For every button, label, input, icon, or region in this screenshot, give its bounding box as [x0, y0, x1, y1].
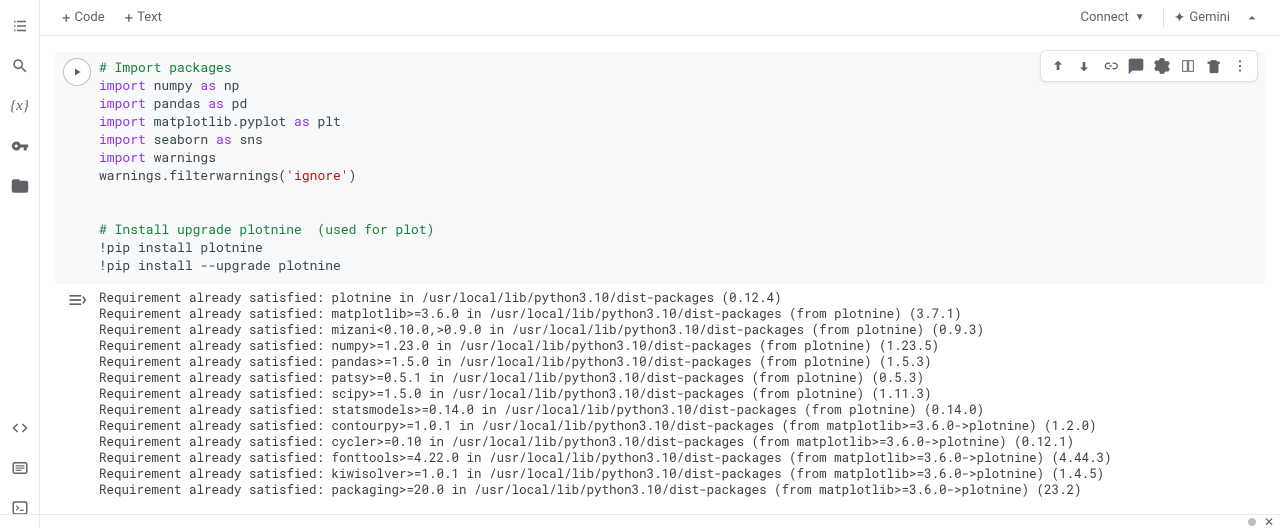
command-palette-icon[interactable]: [8, 456, 32, 480]
mirror-icon[interactable]: [1177, 55, 1199, 77]
close-icon[interactable]: ✕: [1264, 515, 1274, 529]
link-icon[interactable]: [1099, 55, 1121, 77]
output-row: Requirement already satisfied: plotnine …: [55, 288, 1266, 498]
collapse-header-button[interactable]: [1240, 6, 1264, 30]
connect-button[interactable]: Connect▼: [1073, 6, 1153, 29]
move-down-icon[interactable]: [1073, 55, 1095, 77]
output-toggle-icon[interactable]: [67, 290, 87, 498]
run-button[interactable]: [63, 58, 91, 86]
left-rail: {x}: [0, 0, 40, 528]
add-text-button[interactable]: +Text: [119, 5, 168, 31]
code-editor[interactable]: # Import packages import numpy as np imp…: [99, 52, 1266, 284]
toc-icon[interactable]: [8, 14, 32, 38]
status-dot: [1248, 518, 1256, 526]
gemini-button[interactable]: ✦Gemini: [1174, 10, 1230, 26]
divider: [1163, 8, 1164, 28]
notebook-main: # Import packages import numpy as np imp…: [40, 36, 1280, 514]
code-snippets-icon[interactable]: [8, 416, 32, 440]
files-icon[interactable]: [8, 174, 32, 198]
more-icon[interactable]: [1229, 55, 1251, 77]
cell-toolbar: [1040, 50, 1258, 82]
code-cell[interactable]: # Import packages import numpy as np imp…: [55, 52, 1266, 498]
chevron-down-icon: ▼: [1135, 12, 1145, 23]
comment-icon[interactable]: [1125, 55, 1147, 77]
settings-icon[interactable]: [1151, 55, 1173, 77]
cell-output: Requirement already satisfied: plotnine …: [99, 288, 1266, 498]
variables-icon[interactable]: {x}: [8, 94, 32, 118]
code-area: # Import packages import numpy as np imp…: [55, 52, 1266, 284]
search-icon[interactable]: [8, 54, 32, 78]
add-code-button[interactable]: +Code: [56, 5, 111, 31]
secrets-icon[interactable]: [8, 134, 32, 158]
delete-icon[interactable]: [1203, 55, 1225, 77]
topbar: +Code +Text Connect▼ ✦Gemini: [40, 0, 1280, 36]
statusbar: ✕: [0, 514, 1280, 528]
move-up-icon[interactable]: [1047, 55, 1069, 77]
sparkle-icon: ✦: [1174, 10, 1186, 26]
